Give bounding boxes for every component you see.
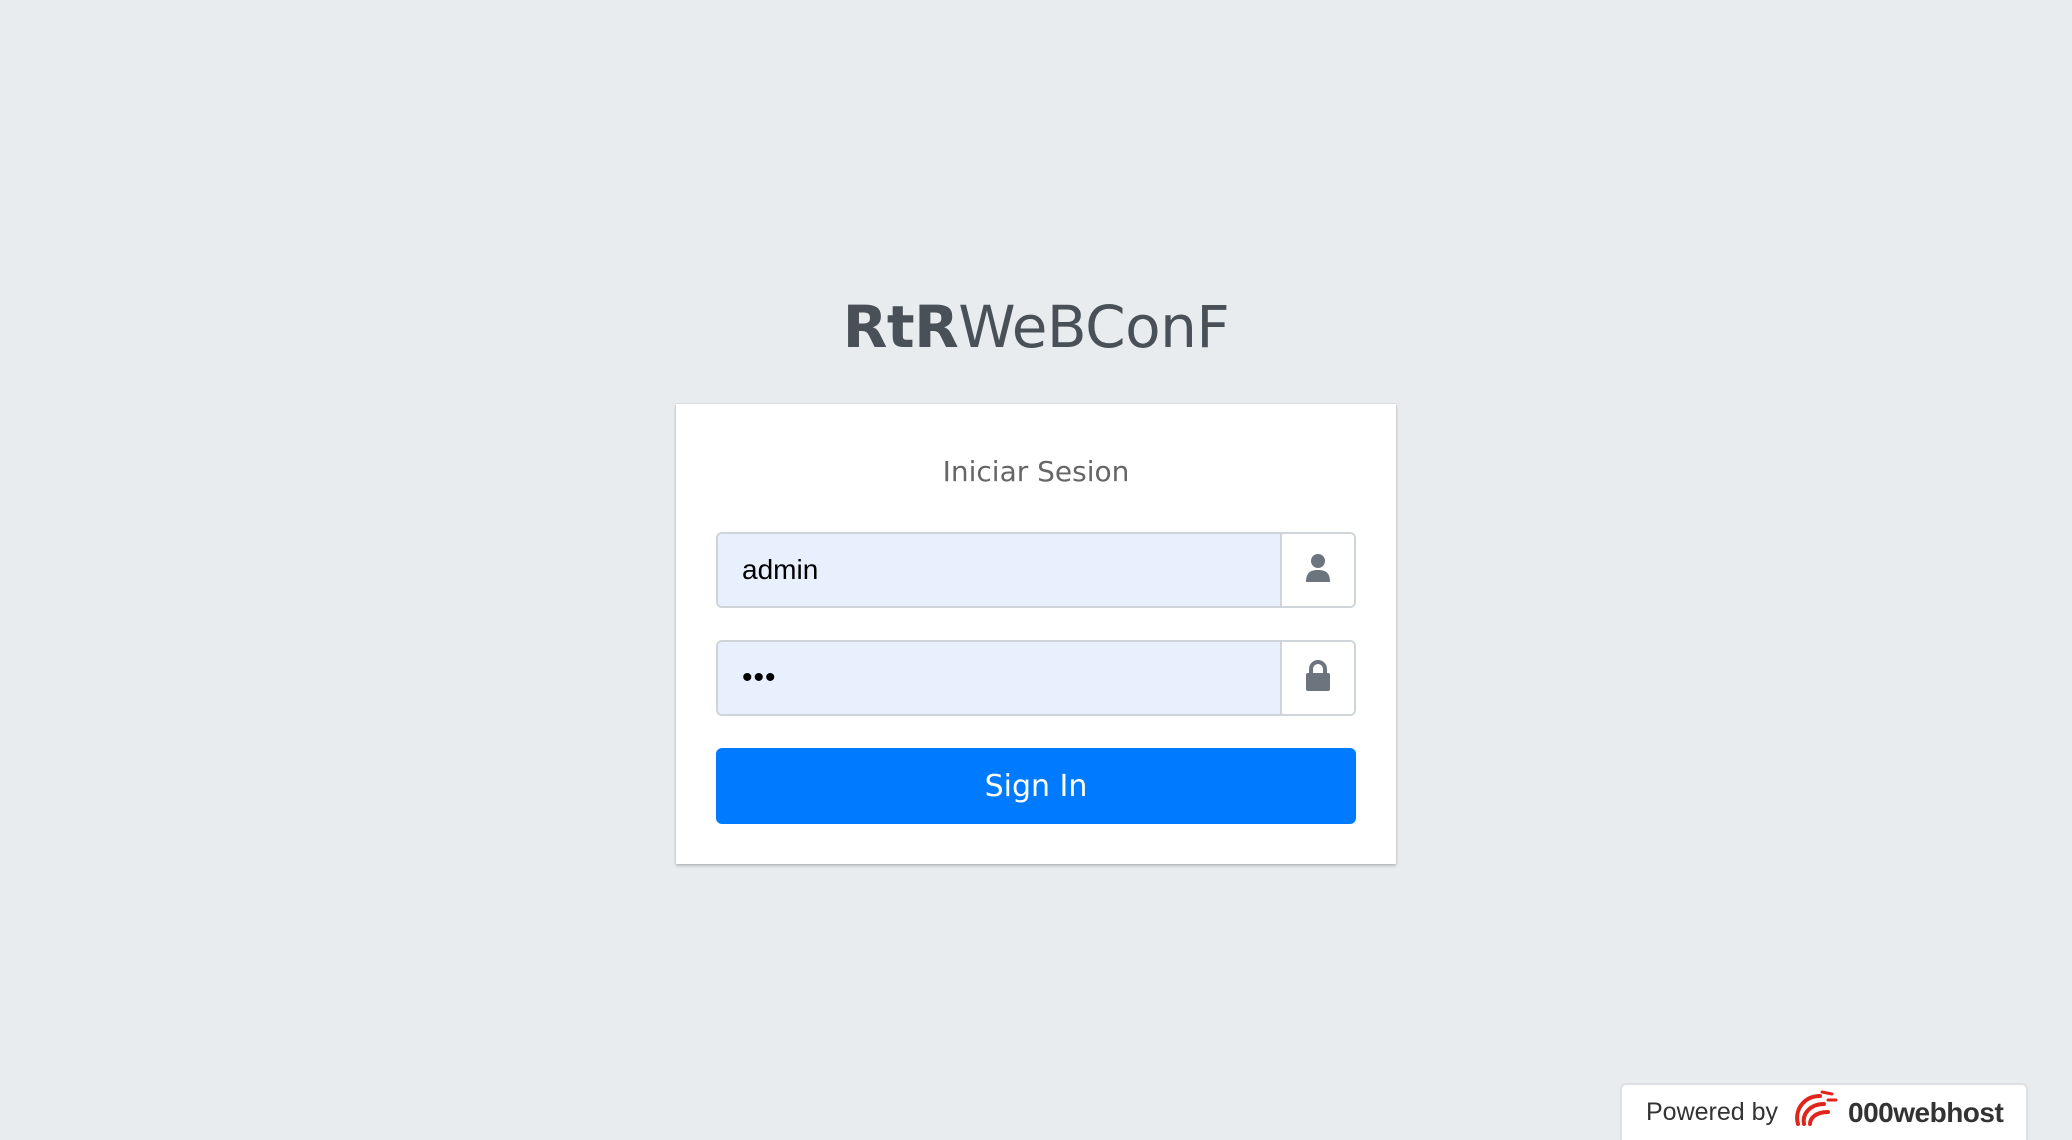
powered-by-label: Powered by — [1646, 1098, 1779, 1126]
login-box-message: Iniciar Sesion — [942, 455, 1130, 488]
password-input-group — [716, 640, 1356, 716]
powered-by-badge[interactable]: Powered by 000webhost — [1620, 1083, 2028, 1140]
000webhost-brand: 000webhost — [1848, 1096, 2004, 1128]
lock-icon — [1305, 659, 1331, 697]
logo-bold-text: RtR — [842, 293, 959, 361]
username-addon — [1280, 534, 1354, 606]
user-icon — [1305, 553, 1331, 588]
username-input-group — [716, 532, 1356, 608]
login-card: Iniciar Sesion Sign In — [676, 404, 1396, 864]
password-addon — [1280, 642, 1354, 714]
app-logo[interactable]: RtRWeBConF — [0, 282, 2072, 372]
logo-light-text: WeBConF — [958, 293, 1230, 361]
sign-in-button[interactable]: Sign In — [716, 748, 1356, 824]
000webhost-logo-icon — [1792, 1088, 1848, 1137]
username-input[interactable] — [718, 534, 1280, 606]
password-input[interactable] — [718, 642, 1280, 714]
